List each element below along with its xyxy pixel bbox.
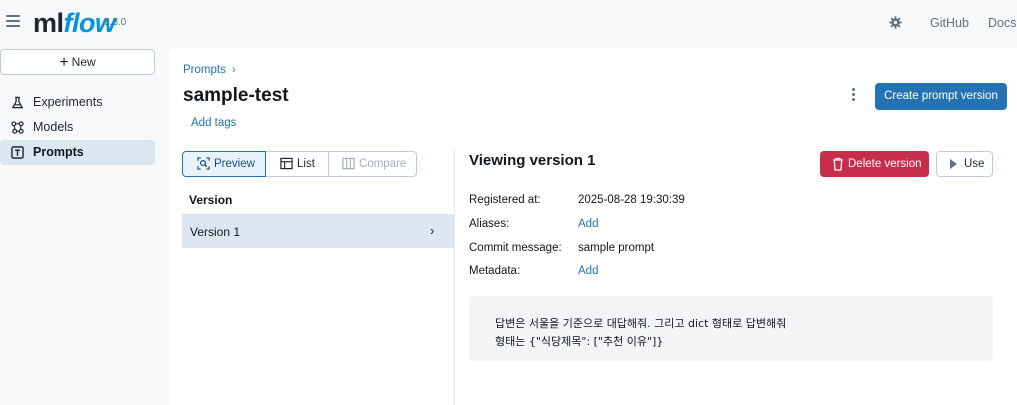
add-tags-link[interactable]: Add tags [191, 117, 236, 129]
prompt-line: 답변은 서울을 기준으로 대답해줘. 그리고 dict 형태로 답변해줘 [495, 317, 787, 330]
breadcrumb[interactable]: Prompts › [183, 64, 236, 76]
version-row-label: Version 1 [190, 225, 241, 239]
prompt-template-preview: 답변은 서울을 기준으로 대답해줘. 그리고 dict 형태로 답변해줘 형태는… [469, 296, 993, 361]
trash-icon [833, 157, 843, 171]
commit-message-value: sample prompt [578, 242, 655, 254]
add-metadata-link[interactable]: Add [578, 265, 598, 277]
aliases-label: Aliases: [469, 218, 510, 230]
models-icon [11, 121, 24, 134]
more-options-icon[interactable] [852, 88, 856, 102]
version-column-header: Version [189, 193, 233, 207]
chevron-right-icon: › [430, 223, 435, 238]
hamburger-icon[interactable] [6, 15, 20, 27]
gear-icon[interactable] [889, 16, 902, 29]
delete-version-button[interactable]: Delete version [820, 151, 929, 177]
new-button[interactable]: + New [0, 49, 155, 75]
plus-icon: + [59, 54, 69, 71]
version-row[interactable]: Version 1 › [182, 214, 454, 248]
registered-at-value: 2025-08-28 19:30:39 [578, 194, 685, 206]
use-button[interactable]: Use [936, 151, 993, 177]
page-title: sample-test [183, 85, 289, 106]
commit-message-label: Commit message: [469, 242, 562, 254]
sidebar-item-label: Experiments [33, 95, 103, 109]
registered-at-label: Registered at: [469, 194, 541, 206]
preview-icon [197, 157, 210, 170]
view-mode-compare[interactable]: Compare [328, 151, 417, 177]
sidebar-item-label: Models [33, 120, 74, 134]
main-panel: Prompts › sample-test Add tags Create pro… [169, 48, 1017, 405]
version-title: Viewing version 1 [469, 152, 596, 169]
panel-divider [454, 148, 455, 405]
play-icon [950, 159, 957, 169]
view-mode-list[interactable]: List [265, 151, 329, 177]
top-bar: mlflow 3.3.0 GitHub Docs [0, 0, 1017, 46]
sidebar-item-label: Prompts [33, 145, 84, 159]
version-label: 3.3.0 [104, 17, 127, 28]
sidebar-item-prompts[interactable]: Prompts [0, 140, 155, 165]
table-icon [280, 157, 293, 170]
sidebar-item-models[interactable]: Models [0, 115, 155, 140]
sidebar-item-experiments[interactable]: Experiments [0, 90, 155, 115]
view-mode-preview[interactable]: Preview [182, 151, 266, 177]
docs-link[interactable]: Docs [988, 16, 1016, 30]
add-alias-link[interactable]: Add [578, 218, 598, 230]
flask-icon [11, 96, 24, 109]
create-prompt-version-button[interactable]: Create prompt version [875, 83, 1007, 110]
prompt-line: 형태는 {"식당제목": ["추천 이유"]} [495, 335, 664, 348]
prompt-icon [11, 146, 24, 159]
metadata-label: Metadata: [469, 265, 521, 277]
github-link[interactable]: GitHub [930, 16, 969, 30]
columns-icon [342, 157, 355, 170]
